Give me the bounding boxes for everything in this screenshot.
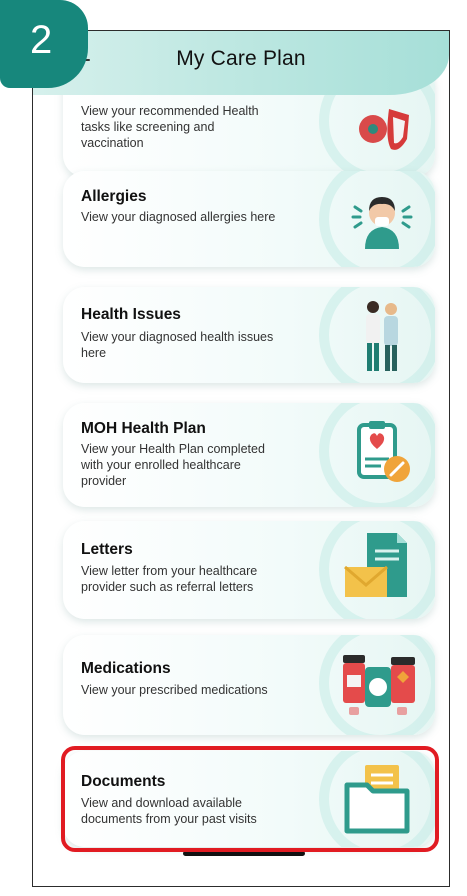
desc-line: View your diagnosed allergies here bbox=[81, 210, 276, 224]
desc-line: tasks like screening and bbox=[81, 120, 215, 134]
desc-line: View your Health Plan completed bbox=[81, 442, 265, 456]
card-health-tasks-description: View your recommended Health tasks like … bbox=[81, 103, 316, 151]
card-medications[interactable]: Medications View your prescribed medicat… bbox=[63, 635, 435, 735]
card-health-issues-description: View your diagnosed health issues here bbox=[81, 329, 316, 361]
card-allergies-description: View your diagnosed allergies here bbox=[81, 209, 316, 225]
card-moh-health-plan-title: MOH Health Plan bbox=[81, 420, 206, 437]
card-letters-title: Letters bbox=[81, 541, 133, 558]
desc-line: View your diagnosed health issues bbox=[81, 330, 274, 344]
virus-shield-icon bbox=[359, 109, 409, 150]
desc-line: View your recommended Health bbox=[81, 104, 259, 118]
step-number: 2 bbox=[30, 18, 53, 62]
doctors-icon bbox=[366, 301, 398, 371]
desc-line: provider such as referral letters bbox=[81, 580, 254, 594]
page-title: My Care Plan bbox=[176, 47, 306, 70]
card-allergies-title: Allergies bbox=[81, 188, 147, 205]
step-badge: 2 bbox=[0, 0, 88, 88]
desc-line: with your enrolled healthcare bbox=[81, 458, 241, 472]
clipboard-heart-icon bbox=[357, 421, 410, 482]
allergy-person-icon bbox=[351, 197, 413, 249]
documents-highlight-box bbox=[61, 746, 439, 852]
card-moh-health-plan-description: View your Health Plan completed with you… bbox=[81, 441, 316, 489]
card-medications-title: Medications bbox=[81, 660, 171, 677]
app-header: My Care Plan bbox=[33, 31, 449, 95]
card-letters[interactable]: Letters View letter from your healthcare… bbox=[63, 521, 435, 619]
card-allergies[interactable]: Allergies View your diagnosed allergies … bbox=[63, 171, 435, 267]
desc-line: here bbox=[81, 346, 107, 360]
medicine-bottles-icon bbox=[343, 655, 415, 715]
card-letters-description: View letter from your healthcare provide… bbox=[81, 563, 316, 595]
desc-line: vaccination bbox=[81, 136, 144, 150]
card-health-issues-title: Health Issues bbox=[81, 306, 181, 323]
desc-line: provider bbox=[81, 474, 127, 488]
card-moh-health-plan[interactable]: MOH Health Plan View your Health Plan co… bbox=[63, 403, 435, 507]
card-medications-description: View your prescribed medications bbox=[81, 682, 316, 698]
letter-envelope-icon bbox=[344, 533, 407, 597]
desc-line: View letter from your healthcare bbox=[81, 564, 258, 578]
card-health-issues[interactable]: Health Issues View your diagnosed health… bbox=[63, 287, 435, 383]
desc-line: View your prescribed medications bbox=[81, 683, 268, 697]
